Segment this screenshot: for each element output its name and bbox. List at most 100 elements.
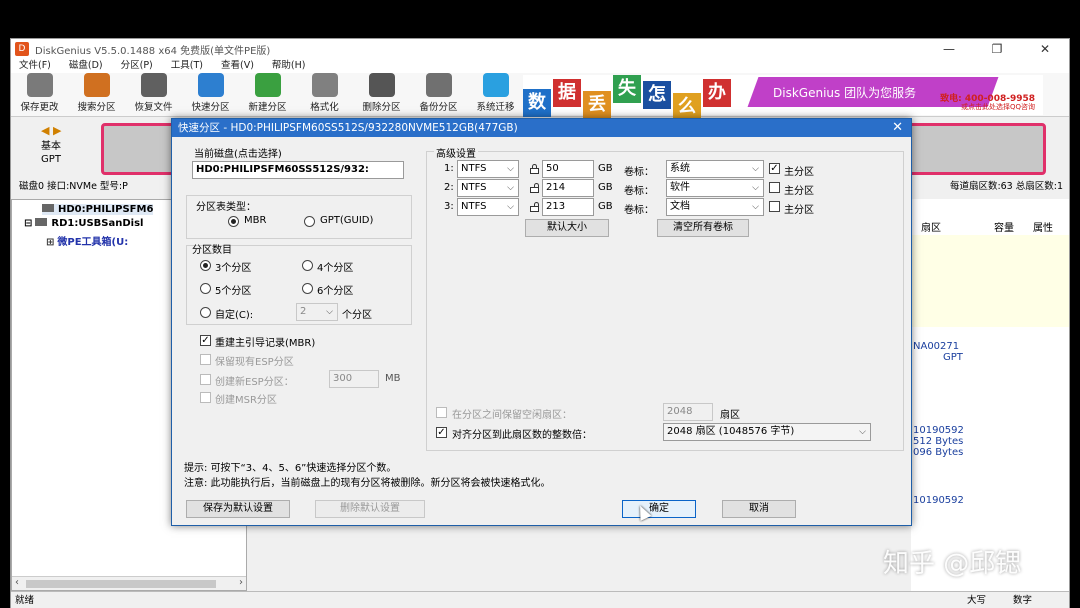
- lock-icon[interactable]: [530, 164, 539, 174]
- volume-label-select[interactable]: 软件 ⌵: [666, 179, 764, 197]
- radio-6-partitions[interactable]: [302, 283, 313, 294]
- toolbar-button-5[interactable]: 格式化: [296, 73, 353, 116]
- toolbar-button-6[interactable]: 删除分区: [353, 73, 410, 116]
- fs-select[interactable]: NTFS ⌵: [457, 179, 519, 197]
- volume-label-caption: 卷标：: [624, 186, 654, 197]
- ad-banner[interactable]: 数据丢失怎么办 DiskGenius 团队为您服务 致电: 400-008-99…: [523, 75, 1043, 121]
- radio-custom[interactable]: [200, 307, 211, 318]
- save-default-button[interactable]: 保存为默认设置: [186, 500, 290, 518]
- radio-4-partitions[interactable]: [302, 260, 313, 271]
- tree-disk0[interactable]: HD0:PHILIPSFM6: [42, 204, 154, 215]
- toolbar-button-2[interactable]: 恢复文件: [125, 73, 182, 116]
- partition-size-input[interactable]: 50: [542, 160, 594, 178]
- align-value: 2048 扇区 (1048576 字节): [667, 426, 795, 437]
- checkbox-rebuild-mbr[interactable]: ✓: [200, 335, 211, 346]
- reserve-gap-input[interactable]: 2048: [663, 403, 713, 421]
- radio-6-label[interactable]: 6个分区: [317, 282, 353, 297]
- checkbox-align[interactable]: ✓: [436, 427, 447, 438]
- checkbox-keep-esp[interactable]: [200, 354, 211, 365]
- scroll-thumb[interactable]: [26, 580, 216, 588]
- unlock-icon[interactable]: [530, 202, 539, 212]
- keep-esp-label[interactable]: 保留现有ESP分区: [215, 353, 294, 368]
- radio-3-partitions[interactable]: [200, 260, 211, 271]
- menu-tools[interactable]: 工具(T): [171, 59, 203, 73]
- col-capacity[interactable]: 容量: [994, 219, 1014, 234]
- partition-size-input[interactable]: 213: [542, 198, 594, 216]
- esp-size-input[interactable]: 300: [329, 370, 379, 388]
- menu-view[interactable]: 查看(V): [221, 59, 254, 73]
- delete-default-button[interactable]: 删除默认设置: [315, 500, 425, 518]
- tree-disk1[interactable]: ⊟ RD1:USBSanDisl: [24, 218, 143, 229]
- radio-5-label[interactable]: 5个分区: [215, 282, 251, 297]
- fs-select[interactable]: NTFS ⌵: [457, 198, 519, 216]
- fs-value: NTFS: [461, 182, 487, 193]
- radio-gpt-label[interactable]: GPT(GUID): [320, 215, 373, 226]
- align-select[interactable]: 2048 扇区 (1048576 字节) ⌵: [663, 423, 871, 441]
- expand-icon[interactable]: ⊟: [24, 218, 32, 229]
- radio-5-partitions[interactable]: [200, 283, 211, 294]
- radio-custom-label[interactable]: 自定(C):: [215, 306, 253, 321]
- scroll-right-icon[interactable]: ›: [239, 577, 243, 588]
- radio-mbr-label[interactable]: MBR: [244, 215, 266, 226]
- align-label[interactable]: 对齐分区到此扇区数的整数倍：: [452, 426, 592, 441]
- reserve-gap-label[interactable]: 在分区之间保留空闲扇区：: [452, 406, 572, 421]
- toolbar-button-8[interactable]: 系统迁移: [467, 73, 524, 116]
- primary-label[interactable]: 主分区: [784, 182, 814, 197]
- volume-label-select[interactable]: 系统 ⌵: [666, 160, 764, 178]
- menu-partition[interactable]: 分区(P): [121, 59, 153, 73]
- toolbar-button-3[interactable]: 快速分区: [182, 73, 239, 116]
- checkbox-reserve-gap[interactable]: [436, 407, 447, 418]
- menu-help[interactable]: 帮助(H): [272, 59, 306, 73]
- radio-mbr[interactable]: [228, 216, 239, 227]
- chevron-down-icon: ⌵: [326, 307, 333, 317]
- checkbox-primary[interactable]: ✓: [769, 163, 780, 174]
- checkbox-create-msr[interactable]: [200, 392, 211, 403]
- close-button[interactable]: ✕: [1021, 39, 1069, 59]
- dialog-close-icon[interactable]: ✕: [892, 119, 903, 137]
- rebuild-mbr-label[interactable]: 重建主引导记录(MBR): [215, 334, 315, 349]
- checkbox-create-esp[interactable]: [200, 374, 211, 385]
- toolbar-button-1[interactable]: 搜索分区: [68, 73, 125, 116]
- clear-labels-button[interactable]: 清空所有卷标: [657, 219, 749, 237]
- custom-count-select[interactable]: 2 ⌵: [296, 303, 338, 321]
- create-msr-label[interactable]: 创建MSR分区: [215, 391, 277, 406]
- ok-button[interactable]: 确定: [622, 500, 696, 518]
- create-esp-label[interactable]: 创建新ESP分区：: [215, 373, 294, 388]
- volume-label-select[interactable]: 文档 ⌵: [666, 198, 764, 216]
- tree-partition-u[interactable]: ⊞ 微PE工具箱(U:: [46, 233, 128, 248]
- toolbar-button-7[interactable]: 备份分区: [410, 73, 467, 116]
- banner-qq[interactable]: 或点击此处选择QQ咨询: [961, 102, 1035, 112]
- radio-3-label[interactable]: 3个分区: [215, 259, 251, 274]
- default-size-button[interactable]: 默认大小: [525, 219, 609, 237]
- disk-type-gpt: GPT: [41, 154, 61, 165]
- minimize-button[interactable]: —: [925, 39, 973, 59]
- menu-disk[interactable]: 磁盘(D): [69, 59, 103, 73]
- col-sector[interactable]: 扇区: [921, 219, 941, 234]
- toolbar-button-label: 系统迁移: [476, 102, 515, 113]
- detail-line: 512 Bytes: [913, 436, 964, 447]
- disk-nav-arrows[interactable]: ◀ ▶: [41, 124, 61, 137]
- partition-size-input[interactable]: 214: [542, 179, 594, 197]
- cancel-button[interactable]: 取消: [722, 500, 796, 518]
- toolbar-button-0[interactable]: 保存更改: [11, 73, 68, 116]
- unlock-icon[interactable]: [530, 183, 539, 193]
- tree-hscrollbar[interactable]: ‹ ›: [12, 576, 246, 590]
- primary-label[interactable]: 主分区: [784, 163, 814, 178]
- current-disk-label: 当前磁盘(点击选择): [194, 149, 282, 160]
- checkbox-primary[interactable]: [769, 182, 780, 193]
- radio-gpt[interactable]: [304, 216, 315, 227]
- current-disk-field[interactable]: HD0:PHILIPSFM60SS512S/932:: [192, 161, 404, 179]
- maximize-button[interactable]: ❐: [973, 39, 1021, 59]
- col-attribute[interactable]: 属性: [1033, 219, 1053, 234]
- volume-label-caption: 卷标：: [624, 205, 654, 216]
- scroll-left-icon[interactable]: ‹: [15, 577, 19, 588]
- menu-file[interactable]: 文件(F): [19, 59, 51, 73]
- checkbox-primary[interactable]: [769, 201, 780, 212]
- table-type-label: 分区表类型：: [196, 202, 256, 213]
- toolbar-button-4[interactable]: 新建分区: [239, 73, 296, 116]
- fs-select[interactable]: NTFS ⌵: [457, 160, 519, 178]
- primary-label[interactable]: 主分区: [784, 201, 814, 216]
- radio-4-label[interactable]: 4个分区: [317, 259, 353, 274]
- expand-icon[interactable]: ⊞: [46, 237, 54, 248]
- toolbar-button-label: 新建分区: [248, 102, 287, 113]
